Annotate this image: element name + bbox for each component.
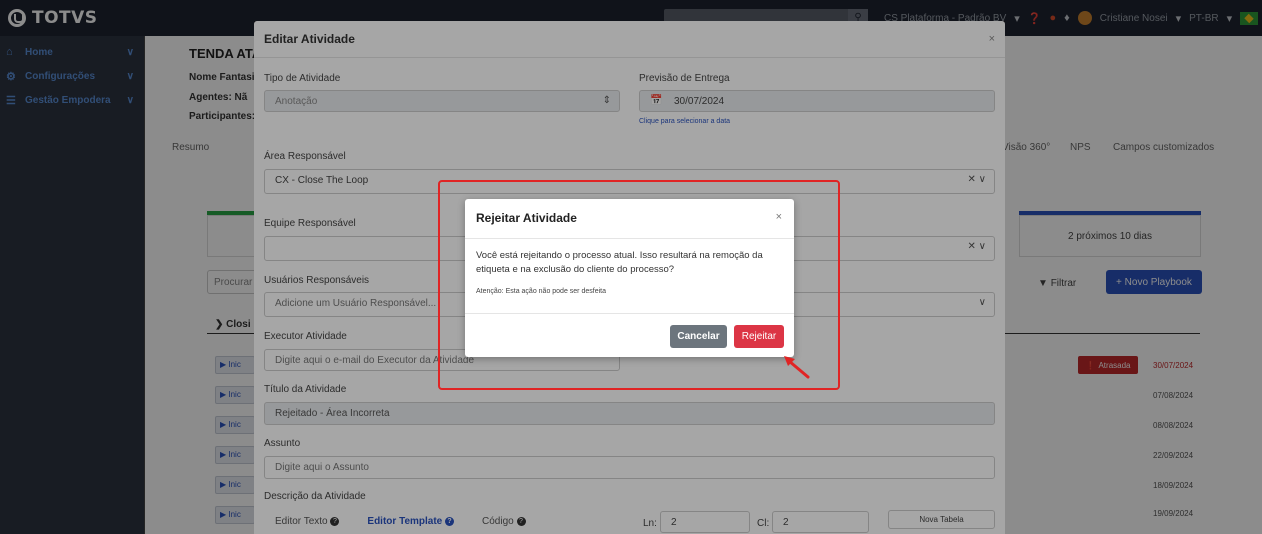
arrow-annotation-icon	[784, 356, 810, 379]
